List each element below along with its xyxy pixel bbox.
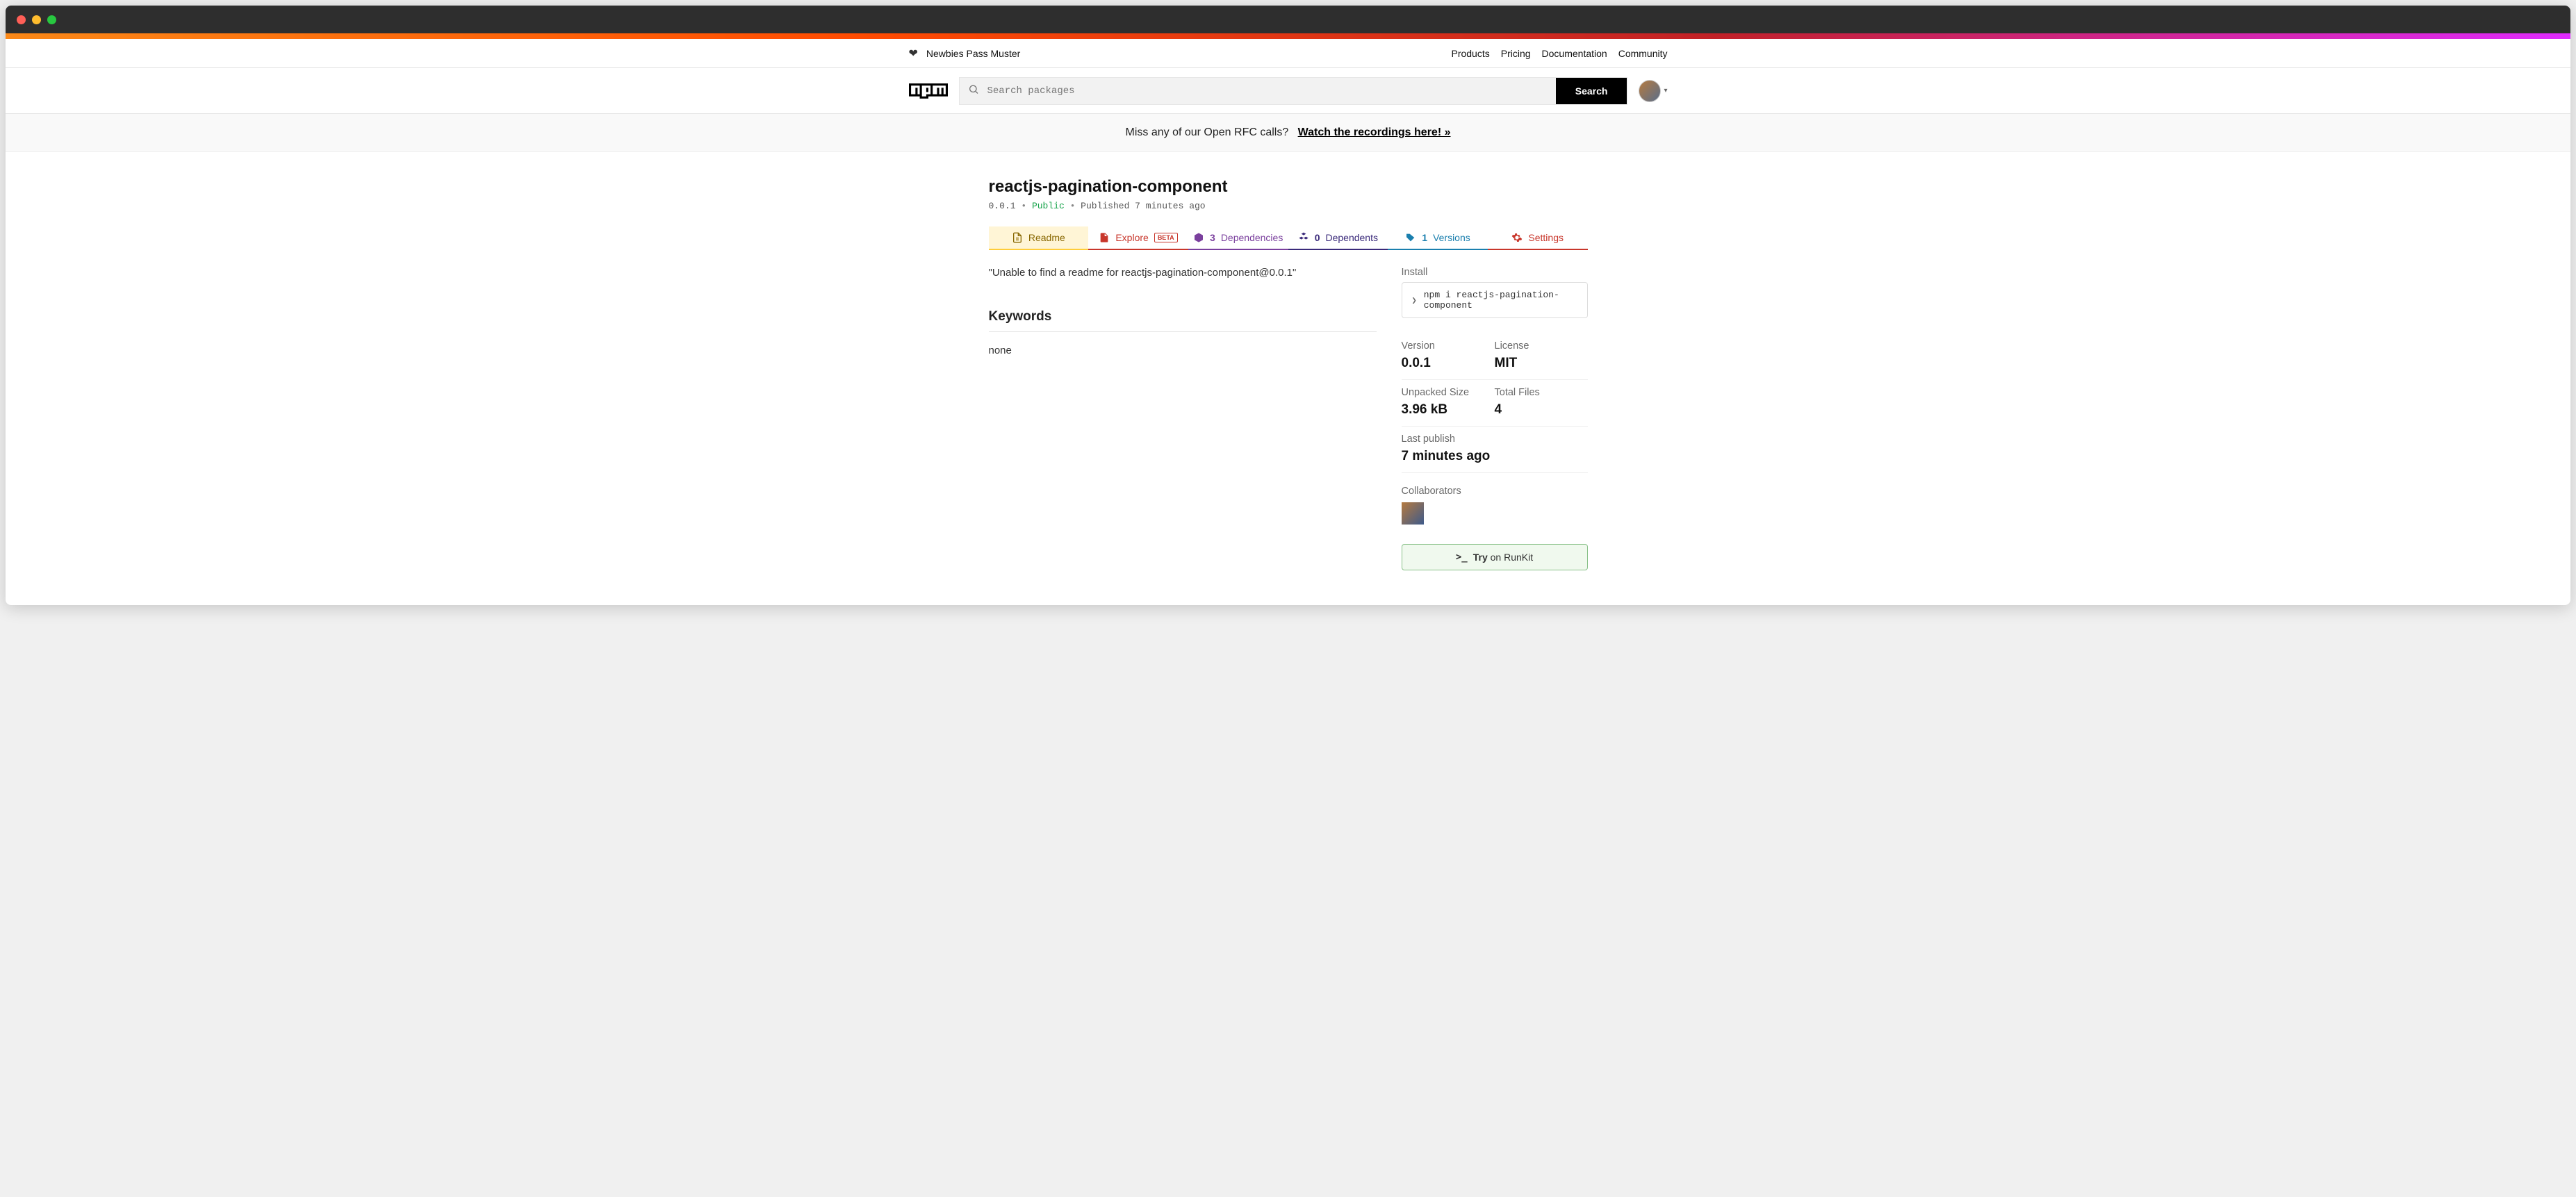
dependents-count: 0: [1315, 232, 1320, 243]
version-value: 0.0.1: [1402, 356, 1495, 371]
nav-products[interactable]: Products: [1451, 48, 1489, 59]
stat-license: License MIT: [1495, 333, 1588, 380]
tab-dependencies[interactable]: 3 Dependencies: [1188, 226, 1288, 250]
banner-link[interactable]: Watch the recordings here! »: [1298, 126, 1451, 138]
window-minimize-button[interactable]: [32, 15, 41, 24]
npm-logo[interactable]: [909, 83, 948, 99]
terminal-icon: >_: [1456, 552, 1468, 563]
beta-badge: BETA: [1154, 233, 1178, 242]
deps-count: 3: [1210, 232, 1215, 243]
tab-explore-label: Explore: [1115, 232, 1148, 243]
top-nav: ❤ Newbies Pass Muster Products Pricing D…: [6, 39, 2570, 68]
package-meta: 0.0.1 • Public • Published 7 minutes ago: [989, 201, 1588, 211]
install-command-text: npm i reactjs-pagination-component: [1424, 290, 1577, 311]
tab-settings[interactable]: Settings: [1488, 226, 1588, 250]
license-value: MIT: [1495, 356, 1588, 371]
main-column: "Unable to find a readme for reactjs-pag…: [989, 267, 1377, 570]
tab-settings-label: Settings: [1528, 232, 1564, 243]
stat-files: Total Files 4: [1495, 380, 1588, 427]
search-container: Search: [959, 77, 1628, 105]
window-close-button[interactable]: [17, 15, 26, 24]
files-value: 4: [1495, 402, 1588, 418]
boxes-icon: [1298, 232, 1309, 243]
announcement-banner: Miss any of our Open RFC calls? Watch th…: [6, 114, 2570, 152]
try-runkit-button[interactable]: >_ Try on RunKit: [1402, 544, 1588, 570]
collaborators-label: Collaborators: [1402, 486, 1588, 497]
package-version: 0.0.1: [989, 201, 1016, 211]
lastpub-label: Last publish: [1402, 434, 1588, 445]
readme-icon: [1012, 232, 1023, 243]
keywords-none: none: [989, 345, 1377, 356]
browser-window: ❤ Newbies Pass Muster Products Pricing D…: [6, 6, 2570, 605]
readme-missing-message: "Unable to find a readme for reactjs-pag…: [989, 267, 1377, 279]
chevron-right-icon: ❯: [1412, 295, 1417, 306]
tab-versions[interactable]: 1 Versions: [1388, 226, 1488, 250]
package-title: reactjs-pagination-component: [989, 177, 1588, 197]
npm-gradient-bar: [6, 33, 2570, 39]
user-menu[interactable]: ▾: [1639, 80, 1667, 102]
heart-icon: ❤: [909, 47, 918, 60]
lastpub-value: 7 minutes ago: [1402, 449, 1588, 464]
runkit-try: Try: [1473, 552, 1488, 563]
avatar: [1639, 80, 1661, 102]
tags-icon: [1405, 232, 1416, 243]
package-published: Published 7 minutes ago: [1081, 201, 1205, 211]
tab-readme[interactable]: Readme: [989, 226, 1089, 250]
search-input[interactable]: [960, 78, 1556, 104]
dependents-label: Dependents: [1325, 232, 1378, 243]
window-zoom-button[interactable]: [47, 15, 56, 24]
tagline: Newbies Pass Muster: [926, 48, 1020, 59]
files-label: Total Files: [1495, 387, 1588, 398]
sidebar: Install ❯ npm i reactjs-pagination-compo…: [1402, 267, 1588, 570]
mac-titlebar: [6, 6, 2570, 33]
tab-explore[interactable]: Explore BETA: [1088, 226, 1188, 250]
nav-community[interactable]: Community: [1618, 48, 1668, 59]
install-label: Install: [1402, 267, 1588, 278]
package-access: Public: [1032, 201, 1065, 211]
package-content: reactjs-pagination-component 0.0.1 • Pub…: [986, 152, 1591, 598]
version-label: Version: [1402, 340, 1495, 352]
box-icon: [1193, 232, 1204, 243]
size-label: Unpacked Size: [1402, 387, 1495, 398]
banner-text: Miss any of our Open RFC calls?: [1126, 126, 1289, 138]
search-icon: [968, 83, 979, 98]
versions-count: 1: [1422, 232, 1427, 243]
runkit-on: on RunKit: [1488, 552, 1533, 563]
install-command[interactable]: ❯ npm i reactjs-pagination-component: [1402, 282, 1588, 318]
stat-version: Version 0.0.1: [1402, 333, 1495, 380]
collaborator-avatar[interactable]: [1402, 502, 1424, 525]
stat-last-publish: Last publish 7 minutes ago: [1402, 427, 1588, 473]
stat-size: Unpacked Size 3.96 kB: [1402, 380, 1495, 427]
chevron-down-icon: ▾: [1664, 87, 1667, 94]
nav-pricing[interactable]: Pricing: [1501, 48, 1531, 59]
top-nav-links: Products Pricing Documentation Community: [1451, 48, 1667, 59]
versions-label: Versions: [1433, 232, 1470, 243]
explore-icon: [1099, 232, 1110, 243]
keywords-heading: Keywords: [989, 309, 1377, 332]
size-value: 3.96 kB: [1402, 402, 1495, 418]
gear-icon: [1511, 232, 1523, 243]
tab-dependents[interactable]: 0 Dependents: [1288, 226, 1388, 250]
deps-label: Dependencies: [1221, 232, 1283, 243]
search-button[interactable]: Search: [1556, 78, 1627, 104]
package-tabs: Readme Explore BETA 3 Dependencies 0 Dep…: [989, 226, 1588, 250]
search-row: Search ▾: [6, 68, 2570, 114]
license-label: License: [1495, 340, 1588, 352]
tab-readme-label: Readme: [1028, 232, 1065, 243]
nav-documentation[interactable]: Documentation: [1542, 48, 1607, 59]
